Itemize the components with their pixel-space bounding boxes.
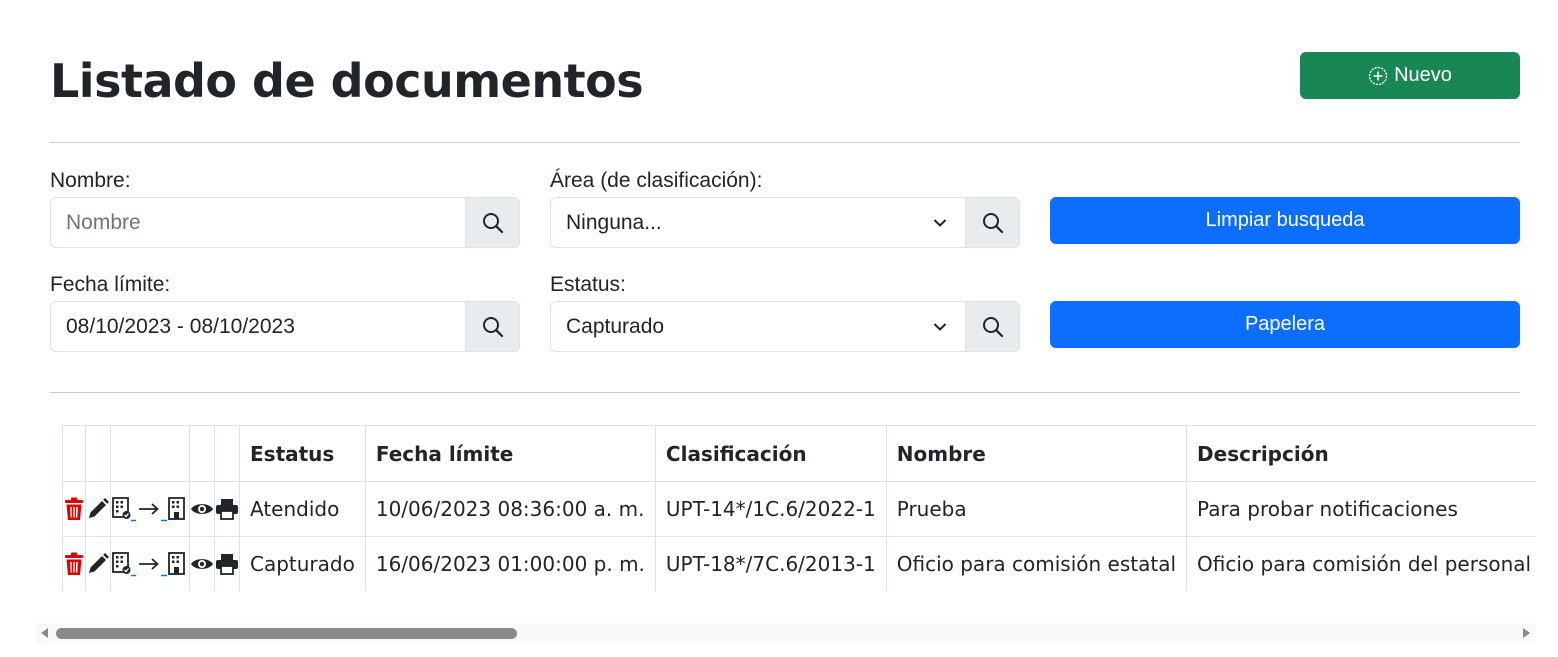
area-search-button[interactable] (965, 198, 1019, 247)
clear-search-button[interactable]: Limpiar busqueda (1050, 197, 1520, 244)
column-header-clasificacion[interactable]: Clasificación (654, 425, 887, 482)
clasificacion-cell: UPT-14*/1C.6/2022-1 (654, 481, 887, 537)
chevron-down-icon (933, 218, 947, 227)
divider (50, 392, 1520, 393)
table-header-row: Estatus Fecha límite Clasificación Nombr… (62, 425, 1536, 482)
descripcion-cell: Para probar notificaciones (1186, 481, 1536, 537)
trash-bin-button[interactable]: Papelera (1050, 301, 1520, 348)
divider (50, 142, 1520, 143)
fecha-cell: 16/06/2023 01:00:00 p. m. (364, 536, 656, 591)
nombre-cell: Prueba (885, 481, 1188, 537)
nombre-search-button[interactable] (465, 198, 519, 247)
pencil-icon[interactable] (86, 552, 110, 576)
scroll-left-arrow[interactable] (41, 628, 48, 638)
nombre-field-wrap (51, 198, 465, 247)
clasificacion-cell: UPT-18*/7C.6/2013-1 (654, 536, 887, 591)
documents-table: Estatus Fecha límite Clasificación Nombr… (62, 425, 1536, 591)
header-delete (62, 425, 86, 482)
scrollbar-thumb[interactable] (56, 628, 517, 639)
edit-cell (85, 481, 111, 537)
fecha-range-input[interactable] (66, 302, 465, 351)
transfer-cell (110, 481, 190, 537)
estatus-search-button[interactable] (965, 302, 1019, 351)
nombre-input[interactable] (66, 198, 465, 247)
fecha-search-button[interactable] (465, 302, 519, 351)
estatus-selected-value: Capturado (566, 314, 665, 338)
search-icon (982, 212, 1003, 233)
estatus-select[interactable]: Capturado (551, 302, 965, 351)
view-cell (189, 536, 215, 591)
fecha-label: Fecha límite: (50, 273, 171, 296)
estatus-select-group: Capturado (550, 301, 1020, 352)
column-header-estatus[interactable]: Estatus (239, 425, 366, 482)
pencil-icon[interactable] (86, 497, 110, 521)
search-icon (482, 212, 503, 233)
new-document-label: Nuevo (1394, 64, 1452, 86)
table-row: Capturado 16/06/2023 01:00:00 p. m. UPT-… (62, 536, 1536, 591)
search-icon (982, 316, 1003, 337)
estatus-label: Estatus: (550, 273, 626, 296)
plus-circle-icon (1368, 66, 1388, 85)
table-row: Atendido 10/06/2023 08:36:00 a. m. UPT-1… (62, 481, 1536, 537)
transfer-cell (110, 536, 190, 591)
header-view (189, 425, 215, 482)
nombre-cell: Oficio para comisión estatal (885, 536, 1188, 591)
eye-icon[interactable] (190, 556, 214, 572)
area-select[interactable]: Ninguna... (551, 198, 965, 247)
header-print (214, 425, 240, 482)
column-header-fecha[interactable]: Fecha límite (364, 425, 656, 482)
area-select-group: Ninguna... (550, 197, 1020, 248)
new-document-button[interactable]: Nuevo (1300, 52, 1520, 99)
fecha-field-wrap (51, 302, 465, 351)
scroll-right-arrow[interactable] (1523, 628, 1530, 638)
delete-cell (62, 481, 86, 537)
column-header-descripcion[interactable]: Descripción (1186, 425, 1536, 482)
area-label: Área (de clasificación): (550, 169, 763, 192)
view-cell (189, 481, 215, 537)
nombre-label: Nombre: (50, 169, 131, 192)
page-title: Listado de documentos (50, 54, 644, 108)
documents-table-container: Estatus Fecha límite Clasificación Nombr… (62, 425, 1536, 591)
transfer-building-icon[interactable] (111, 551, 189, 577)
delete-cell (62, 536, 86, 591)
search-icon (482, 316, 503, 337)
horizontal-scrollbar[interactable] (36, 623, 1536, 643)
header-transfer (110, 425, 190, 482)
column-header-nombre[interactable]: Nombre (885, 425, 1188, 482)
descripcion-cell: Oficio para comisión del personal (1186, 536, 1536, 591)
trash-icon[interactable] (63, 497, 85, 521)
trash-icon[interactable] (63, 552, 85, 576)
printer-icon[interactable] (215, 553, 239, 575)
estatus-cell: Atendido (239, 481, 366, 537)
fecha-search-group (50, 301, 520, 352)
print-cell (214, 536, 240, 591)
chevron-down-icon (933, 322, 947, 331)
estatus-cell: Capturado (239, 536, 366, 591)
transfer-building-icon[interactable] (111, 496, 189, 522)
printer-icon[interactable] (215, 498, 239, 520)
nombre-search-group (50, 197, 520, 248)
header-edit (85, 425, 111, 482)
fecha-cell: 10/06/2023 08:36:00 a. m. (364, 481, 656, 537)
eye-icon[interactable] (190, 501, 214, 517)
area-selected-value: Ninguna... (566, 210, 662, 234)
print-cell (214, 481, 240, 537)
edit-cell (85, 536, 111, 591)
